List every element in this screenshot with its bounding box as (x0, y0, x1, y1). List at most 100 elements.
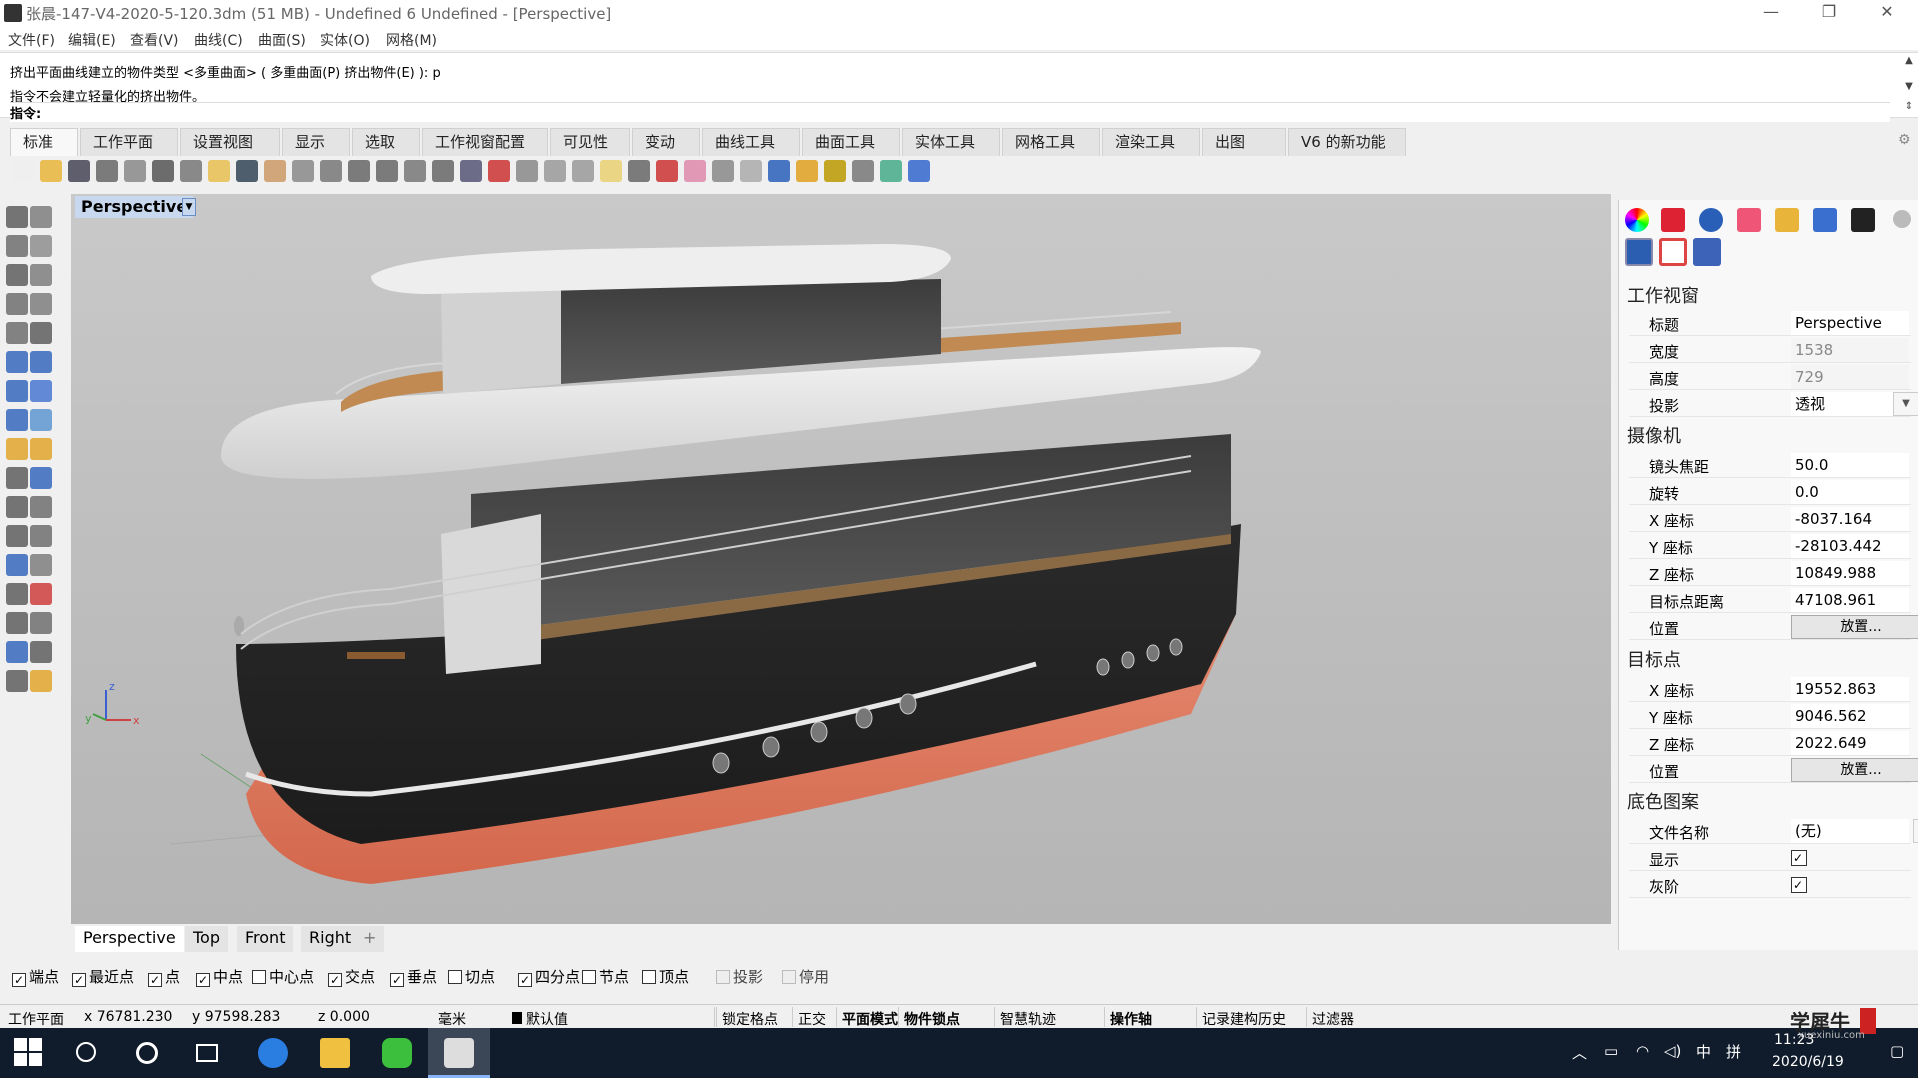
copy-icon[interactable] (180, 160, 202, 182)
search-icon[interactable] (76, 1042, 96, 1062)
tag-icon[interactable] (796, 160, 818, 182)
osnap-8[interactable]: ✓ 四分点 (518, 966, 580, 987)
analyze-icon[interactable] (30, 583, 52, 605)
explode-icon[interactable] (30, 438, 52, 460)
polygon-icon[interactable] (6, 293, 28, 315)
osnap-6[interactable]: ✓ 垂点 (390, 966, 437, 987)
checkbox-icon[interactable]: ✓ (72, 973, 86, 987)
osnap-7[interactable]: 切点 (448, 966, 495, 987)
minimize-button[interactable]: — (1748, 0, 1794, 26)
dimension-tool-icon[interactable] (6, 467, 28, 489)
tray-chevron-icon[interactable]: ︿ (1572, 1042, 1587, 1063)
add-view-tab-button[interactable]: + (355, 926, 385, 952)
rotate-view-icon[interactable] (432, 160, 454, 182)
volume-icon[interactable]: ◁) (1664, 1042, 1681, 1060)
ime-language[interactable]: 中 (1696, 1041, 1711, 1062)
tab-solid-tools[interactable]: 实体工具 (902, 128, 1000, 156)
osnap-11[interactable]: 投影 (716, 966, 763, 987)
osnap-2[interactable]: ✓ 点 (148, 966, 180, 987)
menu-surface[interactable]: 曲面(S) (258, 30, 306, 50)
checkbox-icon[interactable] (716, 970, 730, 984)
status-toggle[interactable]: 记录建构历史 (1202, 1009, 1286, 1029)
wifi-icon[interactable]: ◠ (1636, 1042, 1649, 1060)
transform-icon[interactable] (6, 438, 28, 460)
checkbox-icon[interactable]: ✓ (390, 973, 404, 987)
tab-display[interactable]: 显示 (282, 128, 350, 156)
checkbox-icon[interactable]: ✓ (12, 973, 26, 987)
tab-drafting[interactable]: 出图 (1202, 128, 1286, 156)
gumball-icon[interactable] (30, 467, 52, 489)
property-value[interactable]: 透视 (1791, 392, 1909, 416)
new-icon[interactable] (12, 160, 34, 182)
material-sphere-icon[interactable] (712, 160, 734, 182)
osnap-5[interactable]: ✓ 交点 (328, 966, 375, 987)
display-icon[interactable] (1851, 208, 1875, 232)
checkbox[interactable]: ✓ (1791, 850, 1807, 866)
windows-start-icon[interactable] (14, 1038, 44, 1068)
task-view-icon[interactable] (196, 1044, 218, 1062)
property-value[interactable]: (无) (1791, 819, 1909, 843)
file-explorer-icon[interactable] (320, 1038, 350, 1068)
layer-icon[interactable] (656, 160, 678, 182)
arc-circle-icon[interactable] (30, 264, 52, 286)
render-sphere-icon[interactable] (740, 160, 762, 182)
join-icon[interactable] (30, 496, 52, 518)
dimension-icon[interactable] (852, 160, 874, 182)
array-icon[interactable] (6, 612, 28, 634)
property-value[interactable]: 50.0 (1791, 453, 1909, 477)
check-icon[interactable] (6, 670, 28, 692)
menu-curve[interactable]: 曲线(C) (194, 30, 243, 50)
car-icon[interactable] (488, 160, 510, 182)
property-value[interactable]: 47108.961 (1791, 588, 1909, 612)
ime-mode[interactable]: 拼 (1726, 1041, 1741, 1062)
scale-icon[interactable] (30, 554, 52, 576)
sketch-icon[interactable] (30, 670, 52, 692)
boolean-icon[interactable] (30, 380, 52, 402)
osnap-4[interactable]: 中心点 (252, 966, 314, 987)
tab-viewport-layout[interactable]: 工作视窗配置 (422, 128, 548, 156)
osnap-12[interactable]: 停用 (782, 966, 829, 987)
prompt-scroll-icon[interactable]: ⇕ (1902, 101, 1916, 112)
scroll-up-icon[interactable]: ▲ (1902, 55, 1916, 66)
property-value[interactable]: 2022.649 (1791, 731, 1909, 755)
material-icon[interactable] (1699, 208, 1723, 232)
scroll-down-icon[interactable]: ▼ (1902, 81, 1916, 92)
checkbox-icon[interactable] (582, 970, 596, 984)
battery-icon[interactable]: ▭ (1604, 1042, 1618, 1060)
color-icon[interactable] (1625, 208, 1649, 232)
polyline-icon[interactable] (6, 235, 28, 257)
osnap-0[interactable]: ✓ 端点 (12, 966, 59, 987)
zoom-extents-icon[interactable] (376, 160, 398, 182)
property-value[interactable]: Perspective (1791, 311, 1909, 335)
ellipse-tool-icon[interactable] (6, 322, 28, 344)
notification-icon[interactable]: ▢ (1890, 1042, 1904, 1060)
viewport-title[interactable]: Perspective (75, 196, 194, 218)
box-icon[interactable] (6, 380, 28, 402)
checkbox-icon[interactable] (252, 970, 266, 984)
menu-view[interactable]: 查看(V) (130, 30, 179, 50)
help-icon[interactable] (908, 160, 930, 182)
text-icon[interactable] (6, 554, 28, 576)
tab-new-in-v6[interactable]: V6 的新功能 (1288, 128, 1406, 156)
browse-button[interactable]: ... (1913, 819, 1918, 843)
material-tool-icon[interactable] (6, 641, 28, 663)
menu-file[interactable]: 文件(F) (8, 30, 55, 50)
osnap-1[interactable]: ✓ 最近点 (72, 966, 134, 987)
import-icon[interactable] (124, 160, 146, 182)
camera-icon[interactable] (1625, 238, 1653, 266)
osnap-3[interactable]: ✓ 中点 (196, 966, 243, 987)
layers-icon[interactable] (1661, 208, 1685, 232)
cut-icon[interactable] (152, 160, 174, 182)
status-toggle[interactable]: 物件锁点 (904, 1009, 960, 1029)
checkbox-icon[interactable] (782, 970, 796, 984)
light-icon[interactable] (600, 160, 622, 182)
status-toggle[interactable]: 过滤器 (1312, 1009, 1354, 1029)
status-toggle[interactable]: 锁定格点 (722, 1009, 778, 1029)
save-icon[interactable] (68, 160, 90, 182)
four-views-icon[interactable] (460, 160, 482, 182)
checkbox[interactable]: ✓ (1791, 877, 1807, 893)
ellipse-icon[interactable] (544, 160, 566, 182)
history-icon[interactable] (30, 612, 52, 634)
loft-icon[interactable] (30, 351, 52, 373)
panel-settings-icon[interactable] (1893, 210, 1911, 228)
